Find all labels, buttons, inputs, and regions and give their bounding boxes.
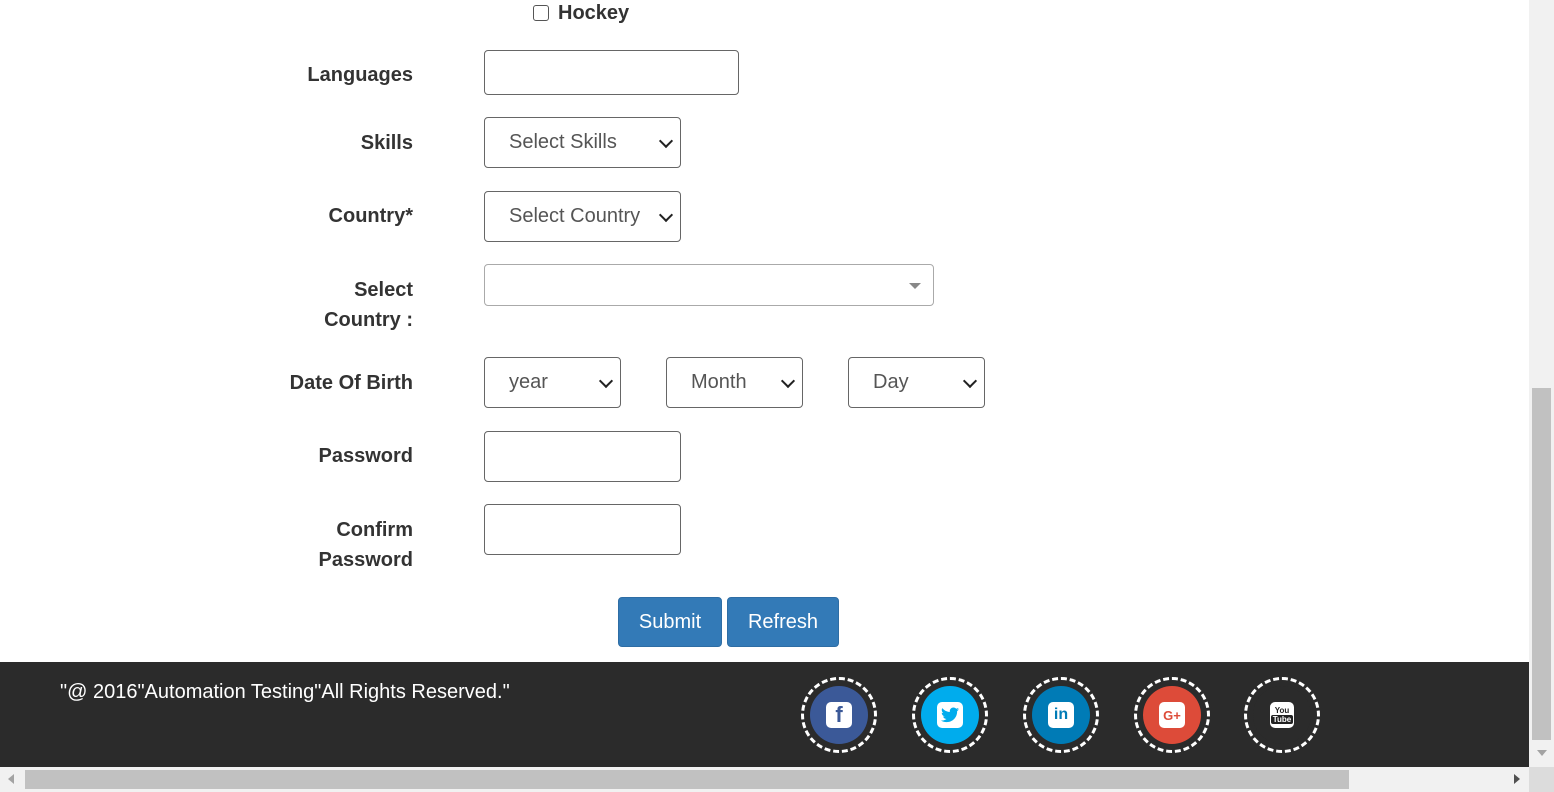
select-country-label-line1: Select — [354, 279, 413, 301]
footer: "@ 2016"Automation Testing"All Rights Re… — [0, 662, 1529, 767]
caret-down-icon — [909, 283, 921, 289]
vertical-scroll-thumb[interactable] — [1532, 388, 1551, 740]
skills-select[interactable]: Select Skills — [484, 117, 681, 168]
select-country-label-line2: Country : — [324, 309, 413, 331]
google-plus-circle: G+ — [1143, 686, 1201, 744]
copyright-text: "@ 2016"Automation Testing"All Rights Re… — [60, 681, 510, 703]
twitter-link[interactable] — [912, 677, 988, 753]
twitter-icon — [937, 702, 963, 728]
refresh-button[interactable]: Refresh — [727, 597, 839, 647]
skills-selected: Select Skills — [509, 131, 617, 153]
hockey-label: Hockey — [558, 1, 630, 24]
horizontal-scrollbar[interactable] — [0, 767, 1529, 792]
linkedin-icon: in — [1048, 702, 1074, 728]
hockey-checkbox[interactable] — [533, 5, 549, 21]
google-plus-link[interactable]: G+ — [1134, 677, 1210, 753]
country-selected: Select Country — [509, 205, 641, 227]
scroll-down-arrow-icon[interactable] — [1537, 750, 1547, 756]
languages-input[interactable] — [484, 50, 739, 95]
hobby-hockey: Hockey — [533, 1, 629, 25]
select-country-combobox[interactable] — [484, 264, 934, 306]
facebook-circle: f — [810, 686, 868, 744]
dob-label: Date Of Birth — [289, 372, 413, 394]
linkedin-circle: in — [1032, 686, 1090, 744]
youtube-link[interactable]: You Tube — [1244, 677, 1320, 753]
scroll-left-arrow-icon[interactable] — [8, 774, 14, 784]
google-plus-icon: G+ — [1159, 702, 1185, 728]
password-input[interactable] — [484, 431, 681, 482]
facebook-icon: f — [826, 702, 852, 728]
confirm-password-input[interactable] — [484, 504, 681, 555]
scroll-right-arrow-icon[interactable] — [1514, 774, 1520, 784]
confirm-password-label-line2: Password — [318, 549, 413, 571]
scrollbar-corner — [1529, 767, 1554, 792]
skills-label: Skills — [360, 132, 413, 154]
horizontal-scroll-thumb[interactable] — [25, 770, 1349, 789]
linkedin-link[interactable]: in — [1023, 677, 1099, 753]
country-label: Country* — [328, 205, 413, 227]
dob-day-select[interactable]: Day — [848, 357, 985, 408]
submit-button[interactable]: Submit — [618, 597, 722, 647]
registration-page: Hockey Languages Skills Select Skills Co… — [0, 0, 1529, 767]
twitter-circle — [921, 686, 979, 744]
youtube-circle: You Tube — [1253, 686, 1311, 744]
youtube-icon: You Tube — [1270, 702, 1294, 728]
dob-month-select[interactable]: Month — [666, 357, 803, 408]
vertical-scrollbar[interactable] — [1529, 0, 1554, 767]
password-label: Password — [318, 445, 413, 467]
facebook-link[interactable]: f — [801, 677, 877, 753]
confirm-password-label-line1: Confirm — [336, 519, 413, 541]
country-select[interactable]: Select Country — [484, 191, 681, 242]
languages-label: Languages — [307, 64, 413, 86]
dob-year-select[interactable]: year — [484, 357, 621, 408]
